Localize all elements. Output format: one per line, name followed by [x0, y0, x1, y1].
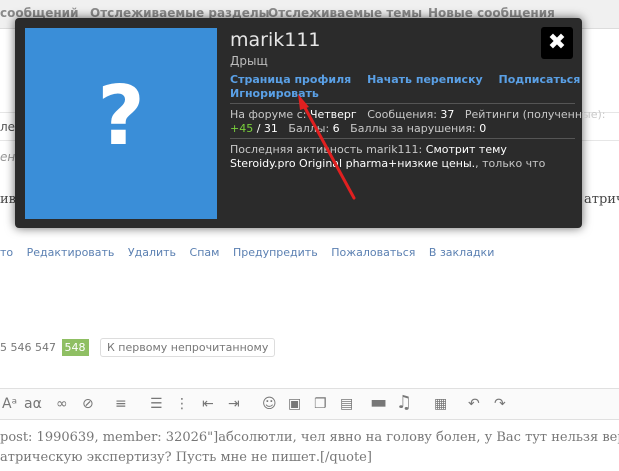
arrow-head — [298, 94, 309, 110]
arrow-shaft — [302, 104, 356, 200]
annotation-arrow — [298, 94, 356, 200]
